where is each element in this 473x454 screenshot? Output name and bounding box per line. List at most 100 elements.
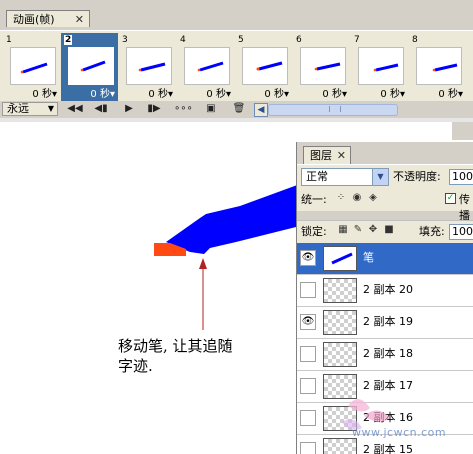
tween-icon[interactable]: ∘∘∘ bbox=[174, 102, 193, 116]
frame-delay[interactable]: 0 秒▾ bbox=[90, 85, 115, 100]
visibility-toggle[interactable] bbox=[300, 346, 316, 362]
frame-7[interactable]: 7 0 秒▾ bbox=[351, 33, 408, 101]
unify-style-icon[interactable]: ◈ bbox=[367, 192, 379, 204]
layer-thumbnail bbox=[323, 374, 357, 399]
blend-opacity-row: 正常 ▼ 不透明度: 100% bbox=[297, 164, 473, 189]
frame-thumbnail bbox=[242, 47, 288, 85]
frame-delay[interactable]: 0 秒▾ bbox=[380, 85, 405, 100]
frame-thumbnail bbox=[416, 47, 462, 85]
unify-row: 统一: ⁘ ◉ ◈ ✓ 传播 bbox=[297, 189, 473, 222]
canvas-caption: 移动笔, 让其追随 字迹. bbox=[118, 336, 288, 376]
frame-5[interactable]: 5 0 秒▾ bbox=[235, 33, 292, 101]
frame-thumbnail bbox=[184, 47, 230, 85]
layers-panel: 图层 ✕ 正常 ▼ 不透明度: 100% 统一: ⁘ ◉ ◈ ✓ 传播 锁定: … bbox=[296, 142, 473, 454]
propagate-checkbox[interactable]: ✓ bbox=[445, 193, 456, 204]
frame-1[interactable]: 1 0 秒▾ bbox=[3, 33, 60, 101]
frame-thumbnail bbox=[10, 47, 56, 85]
next-frame-icon[interactable]: ▮▶ bbox=[145, 102, 163, 116]
layer-name: 2 副本 17 bbox=[363, 379, 413, 392]
horizontal-scrollbar[interactable] bbox=[268, 104, 398, 116]
frame-delay[interactable]: 0 秒▾ bbox=[32, 85, 57, 100]
layer-name: 2 副本 19 bbox=[363, 315, 413, 328]
visibility-toggle[interactable] bbox=[300, 410, 316, 426]
duplicate-frame-icon[interactable]: ▣ bbox=[202, 102, 220, 116]
lock-transparency-icon[interactable]: ▦ bbox=[337, 224, 349, 236]
frame-8[interactable]: 8 0 秒▾ bbox=[409, 33, 466, 101]
unify-label: 统一: bbox=[301, 193, 327, 206]
layer-name: 2 副本 16 bbox=[363, 411, 413, 424]
frame-4[interactable]: 4 0 秒▾ bbox=[177, 33, 234, 101]
frame-number: 5 bbox=[238, 35, 244, 45]
frame-delay[interactable]: 0 秒▾ bbox=[148, 85, 173, 100]
blend-mode-value: 正常 bbox=[306, 170, 328, 183]
frame-delay[interactable]: 0 秒▾ bbox=[206, 85, 231, 100]
frame-thumbnail bbox=[126, 47, 172, 85]
tab-label: 动画(帧) bbox=[13, 13, 55, 26]
unify-position-icon[interactable]: ⁘ bbox=[335, 192, 347, 204]
eye-icon[interactable]: 👁 bbox=[300, 250, 316, 266]
animation-panel: 动画(帧) ✕ 1 0 秒▾ 2 0 秒▾ 3 0 秒▾ 4 0 秒▾ 5 0 … bbox=[0, 0, 473, 119]
layer-name: 笔 bbox=[363, 251, 374, 264]
frame-delay[interactable]: 0 秒▾ bbox=[322, 85, 347, 100]
frame-number: 3 bbox=[122, 35, 128, 45]
caption-line-2: 字迹. bbox=[118, 357, 153, 375]
fill-label: 填充: bbox=[419, 225, 445, 238]
lock-label: 锁定: bbox=[301, 225, 327, 238]
chevron-down-icon: ▼ bbox=[47, 104, 54, 113]
close-icon[interactable]: ✕ bbox=[75, 11, 84, 28]
unify-visibility-icon[interactable]: ◉ bbox=[351, 192, 363, 204]
frame-number: 6 bbox=[296, 35, 302, 45]
tab-label: 图层 bbox=[310, 149, 332, 162]
frame-delay[interactable]: 0 秒▾ bbox=[438, 85, 463, 100]
opacity-label: 不透明度: bbox=[393, 170, 441, 183]
frame-6[interactable]: 6 0 秒▾ bbox=[293, 33, 350, 101]
tab-layers[interactable]: 图层 ✕ bbox=[303, 146, 351, 164]
layer-row[interactable]: 👁 笔 bbox=[297, 243, 473, 275]
frame-thumbnail bbox=[358, 47, 404, 85]
scrollbar-grip[interactable] bbox=[329, 106, 341, 112]
layer-thumbnail bbox=[323, 246, 357, 271]
scroll-left-button[interactable]: ◀ bbox=[254, 103, 268, 117]
delete-frame-icon[interactable]: 🗑 bbox=[230, 102, 248, 116]
layer-row[interactable]: 2 副本 18 bbox=[297, 339, 473, 371]
frame-number: 4 bbox=[180, 35, 186, 45]
frame-2[interactable]: 2 0 秒▾ bbox=[61, 33, 118, 101]
lock-move-icon[interactable]: ✥ bbox=[367, 224, 379, 236]
watermark-text: www.jcwcn.com bbox=[352, 426, 447, 439]
layer-thumbnail bbox=[323, 278, 357, 303]
tab-animation-frames[interactable]: 动画(帧) ✕ bbox=[6, 10, 90, 27]
lock-all-icon[interactable]: ■ bbox=[383, 224, 395, 236]
layer-thumbnail bbox=[323, 310, 357, 335]
frame-number: 2 bbox=[64, 35, 73, 45]
layer-name: 2 副本 18 bbox=[363, 347, 413, 360]
lock-paint-icon[interactable]: ✎ bbox=[352, 224, 364, 236]
frame-3[interactable]: 3 0 秒▾ bbox=[119, 33, 176, 101]
visibility-toggle[interactable] bbox=[300, 378, 316, 394]
pointer-arrow-head bbox=[199, 258, 207, 269]
close-icon[interactable]: ✕ bbox=[337, 147, 346, 164]
visibility-toggle[interactable] bbox=[300, 282, 316, 298]
frame-number: 8 bbox=[412, 35, 418, 45]
loop-select[interactable]: 永远 ▼ bbox=[2, 102, 58, 116]
frame-number: 1 bbox=[6, 35, 12, 45]
eye-icon[interactable]: 👁 bbox=[300, 314, 316, 330]
visibility-toggle[interactable] bbox=[300, 442, 316, 454]
blend-mode-select[interactable]: 正常 ▼ bbox=[301, 168, 389, 186]
play-icon[interactable]: ▶ bbox=[120, 102, 138, 116]
frame-thumbnail bbox=[300, 47, 346, 85]
opacity-input[interactable]: 100% bbox=[449, 169, 473, 185]
first-frame-icon[interactable]: ◀◀ bbox=[66, 102, 84, 116]
caption-line-1: 移动笔, 让其追随 bbox=[118, 337, 233, 355]
layer-thumbnail bbox=[323, 438, 357, 454]
animation-toolbar: 永远 ▼ ◀◀ ◀▮ ▶ ▮▶ ∘∘∘ ▣ 🗑 ◀ bbox=[0, 101, 473, 117]
lock-fill-row: 锁定: ▦ ✎ ✥ ■ 填充: 100% bbox=[297, 220, 473, 243]
layer-row[interactable]: 2 副本 20 bbox=[297, 275, 473, 307]
previous-frame-icon[interactable]: ◀▮ bbox=[92, 102, 110, 116]
frame-delay[interactable]: 0 秒▾ bbox=[264, 85, 289, 100]
fill-input[interactable]: 100% bbox=[449, 224, 473, 240]
layer-row[interactable]: 2 副本 17 bbox=[297, 371, 473, 403]
loop-select-value: 永远 bbox=[7, 102, 29, 115]
pen-body bbox=[166, 184, 300, 254]
layer-row[interactable]: 👁 2 副本 19 bbox=[297, 307, 473, 339]
layer-thumbnail bbox=[323, 342, 357, 367]
